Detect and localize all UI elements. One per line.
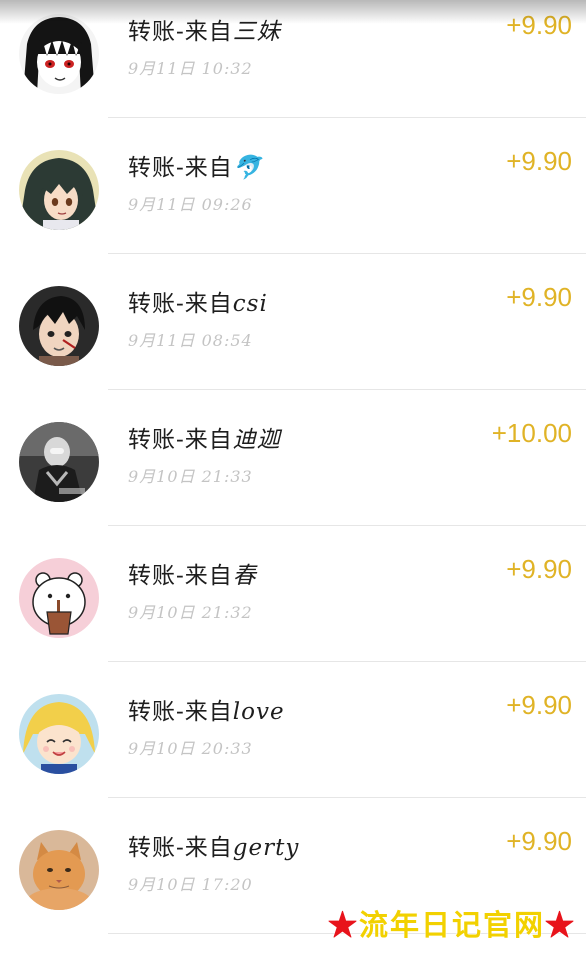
transaction-amount: +9.90 [506, 690, 572, 720]
transaction-amount: +9.90 [506, 282, 572, 312]
star-icon: ★ [327, 908, 359, 942]
transaction-list: 转账-来自三妹 9月11日 10:32 +9.90 转账-来自🐬 9月11日 0… [0, 0, 586, 934]
transaction-title: 转账-来自三妹 [128, 19, 281, 45]
transaction-title: 转账-来自春 [128, 563, 257, 589]
watermark-text: 流年日记官网 [358, 908, 545, 942]
avatar-ultraman-figure-icon[interactable] [19, 422, 99, 502]
transaction-amount: +9.90 [506, 146, 572, 176]
transaction-time: 9月10日 21:32 [128, 603, 253, 622]
transaction-amount: +9.90 [506, 826, 572, 856]
transaction-row[interactable]: 转账-来自三妹 9月11日 10:32 +9.90 [0, 0, 586, 118]
transaction-row[interactable]: 转账-来自🐬 9月11日 09:26 +9.90 [0, 118, 586, 254]
sender-name: 春 [232, 563, 257, 589]
avatar-anime-girl-dark-hair-icon[interactable] [19, 150, 99, 230]
sender-name: 迪迦 [232, 427, 281, 453]
avatar-orange-cat-photo-icon[interactable] [19, 830, 99, 910]
avatar-anime-boy-dark-hair-icon[interactable] [19, 286, 99, 366]
transaction-title: 转账-来自🐬 [128, 155, 263, 181]
transaction-time: 9月11日 10:32 [128, 59, 253, 78]
transaction-title: 转账-来自gerty [128, 835, 300, 861]
transaction-time: 9月10日 17:20 [128, 875, 253, 894]
avatar-anime-girl-red-eyes-icon[interactable] [19, 14, 99, 94]
transaction-row[interactable]: 转账-来自迪迦 9月10日 21:33 +10.00 [0, 390, 586, 526]
transaction-row[interactable]: 转账-来自csi 9月11日 08:54 +9.90 [0, 254, 586, 390]
transaction-time: 9月10日 21:33 [128, 467, 253, 486]
transaction-title: 转账-来自csi [128, 291, 268, 317]
sender-name: 三妹 [232, 19, 281, 45]
sender-name: gerty [232, 835, 300, 861]
star-icon: ★ [544, 908, 576, 942]
transaction-time: 9月11日 09:26 [128, 195, 253, 214]
transaction-row[interactable]: 转账-来自love 9月10日 20:33 +9.90 [0, 662, 586, 798]
transaction-row[interactable]: 转账-来自春 9月10日 21:32 +9.90 [0, 526, 586, 662]
transaction-amount: +9.90 [506, 554, 572, 584]
transaction-time: 9月10日 20:33 [128, 739, 253, 758]
sender-name: csi [232, 291, 268, 317]
avatar-white-bear-drinking-icon[interactable] [19, 558, 99, 638]
sender-name: 🐬 [232, 155, 263, 181]
transaction-amount: +9.90 [506, 10, 572, 40]
transaction-title: 转账-来自迪迦 [128, 427, 281, 453]
transaction-title: 转账-来自love [128, 699, 285, 725]
avatar-sailor-moon-smiling-icon[interactable] [19, 694, 99, 774]
transaction-time: 9月11日 08:54 [128, 331, 253, 350]
transaction-amount: +10.00 [491, 418, 572, 448]
site-watermark: ★流年日记官网★ [328, 902, 576, 944]
sender-name: love [232, 699, 285, 725]
